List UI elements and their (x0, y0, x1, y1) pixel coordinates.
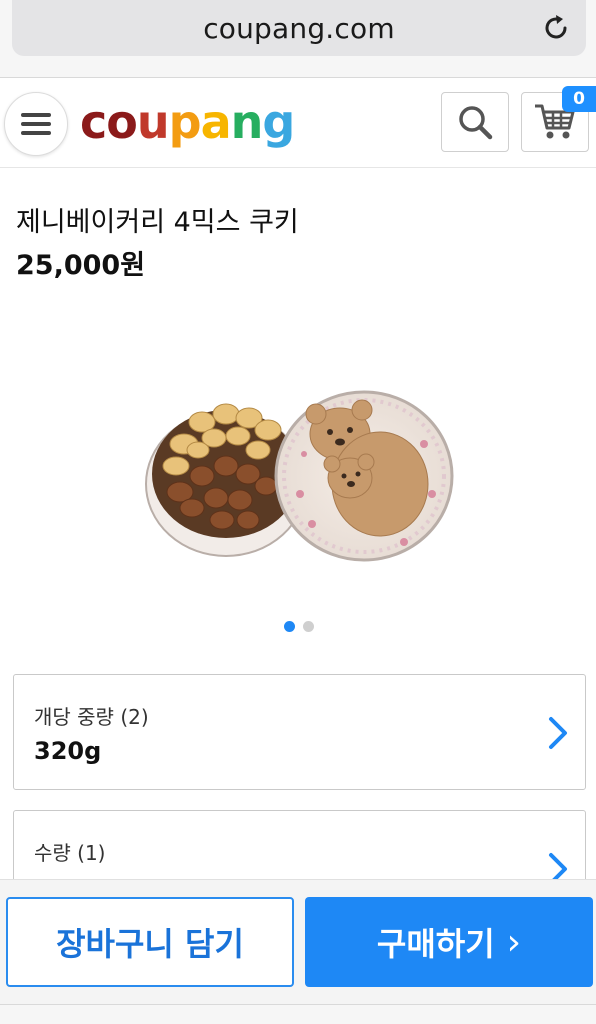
reload-icon[interactable] (540, 12, 572, 44)
address-bar[interactable]: coupang.com (12, 0, 586, 56)
option-weight-value: 320g (34, 737, 102, 765)
hamburger-menu-icon (21, 113, 51, 135)
url-text: coupang.com (203, 11, 395, 45)
option-quantity-label: 수량 (1) (34, 841, 106, 865)
app-header: coupang (0, 78, 596, 168)
action-bar: 장바구니 담기 구매하기 › (0, 879, 596, 1004)
chevron-right-icon: › (506, 921, 522, 963)
coupang-logo[interactable]: coupang (80, 92, 295, 152)
logo-letter: p (168, 95, 202, 149)
product-title: 제니베이커리 4믹스 쿠키 (16, 207, 299, 238)
carousel-dot[interactable] (303, 621, 314, 632)
logo-letter: c (80, 95, 107, 149)
buy-now-button[interactable]: 구매하기 › (305, 897, 593, 987)
bottom-toolbar (0, 1004, 596, 1024)
chevron-right-icon (549, 717, 567, 749)
cart-count-badge: 0 (562, 86, 596, 112)
carousel-dots[interactable] (284, 621, 320, 633)
option-weight[interactable]: 개당 중량 (2) 320g (13, 674, 586, 790)
buy-now-label: 구매하기 (376, 925, 495, 963)
carousel-dot-active[interactable] (284, 621, 295, 632)
menu-button[interactable] (4, 92, 68, 156)
browser-bar: coupang.com (0, 0, 596, 78)
product-price: 25,000원 (16, 250, 146, 281)
option-weight-label: 개당 중량 (2) (34, 705, 149, 729)
logo-letter: u (136, 95, 170, 149)
search-button[interactable] (441, 92, 509, 152)
logo-letter: o (106, 95, 138, 149)
logo-letter: n (230, 95, 264, 149)
logo-letter: a (200, 95, 232, 149)
search-icon (459, 106, 493, 140)
cookie-tin-image[interactable] (144, 374, 456, 568)
logo-letter: g (262, 95, 295, 149)
add-to-cart-button[interactable]: 장바구니 담기 (6, 897, 294, 987)
